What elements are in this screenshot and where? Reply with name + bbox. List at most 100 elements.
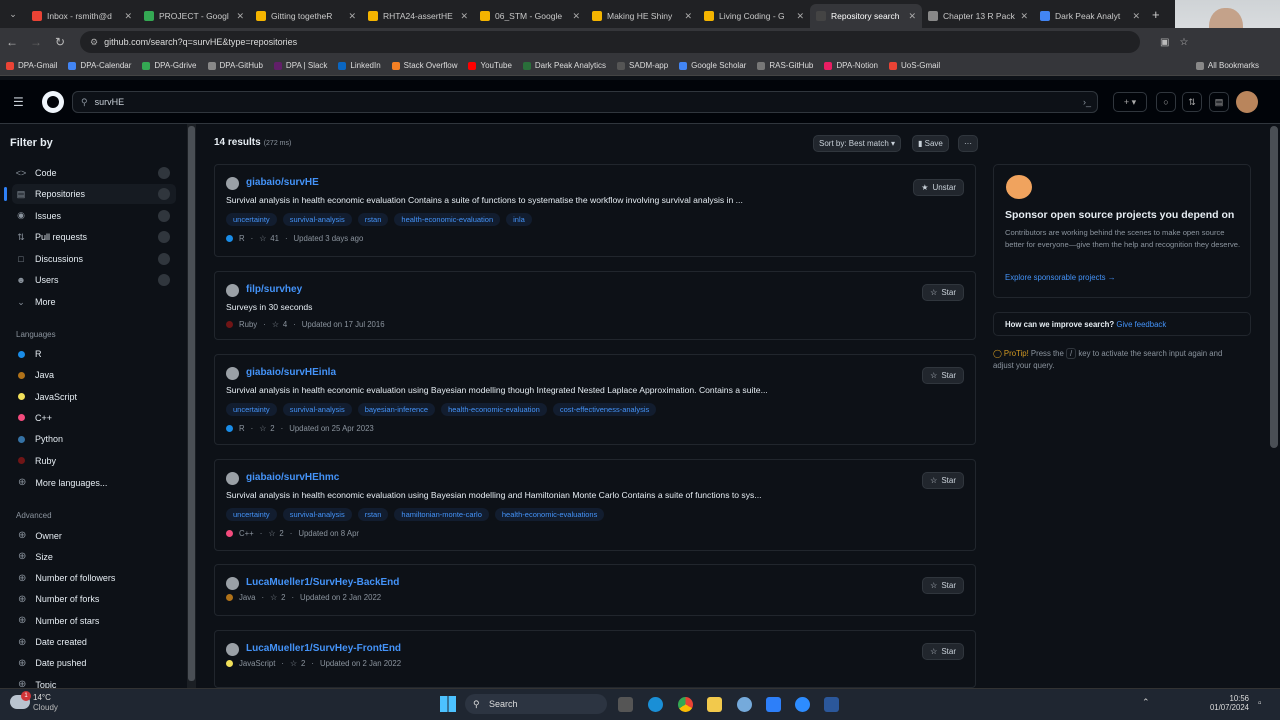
rstudio-icon[interactable] bbox=[737, 697, 752, 712]
repo-name-link[interactable]: LucaMueller1/SurvHey-FrontEnd bbox=[246, 643, 401, 654]
browser-tab[interactable]: Gitting togetheR ✕ bbox=[250, 4, 362, 28]
advanced-filter[interactable]: ⊕ Topic bbox=[18, 679, 56, 688]
topic-tag[interactable]: health-economic-evaluation bbox=[441, 403, 547, 416]
issues-icon[interactable]: ○ bbox=[1156, 92, 1176, 112]
page-scrollbar-thumb[interactable] bbox=[1270, 126, 1278, 448]
browser-tab[interactable]: 06_STM - Google ✕ bbox=[474, 4, 586, 28]
tab-close-icon[interactable]: ✕ bbox=[460, 11, 468, 22]
site-info-icon[interactable]: ⚙ bbox=[90, 37, 98, 48]
language-filter[interactable]: Ruby bbox=[18, 456, 56, 466]
filter-code[interactable]: <> Code bbox=[12, 163, 176, 183]
topic-tag[interactable]: survival-analysis bbox=[282, 508, 352, 521]
topic-tag[interactable]: inla bbox=[506, 213, 532, 226]
more-languages-link[interactable]: ⊕ More languages... bbox=[18, 477, 107, 488]
topic-tag[interactable]: uncertainty bbox=[226, 403, 277, 416]
sidebar-scrollbar-thumb[interactable] bbox=[188, 126, 195, 681]
browser-tab[interactable]: Inbox - rsmith@d ✕ bbox=[26, 4, 138, 28]
taskbar-search[interactable]: ⚲ Search bbox=[465, 694, 607, 714]
repo-name-link[interactable]: filp/survhey bbox=[246, 284, 302, 295]
topic-tag[interactable]: bayesian-inference bbox=[357, 403, 436, 416]
windows-start-icon[interactable] bbox=[440, 696, 456, 712]
bookmark-item[interactable]: Dark Peak Analytics bbox=[522, 61, 606, 70]
tab-close-icon[interactable]: ✕ bbox=[236, 11, 244, 22]
inbox-icon[interactable]: ▤ bbox=[1209, 92, 1229, 112]
pull-requests-icon[interactable]: ⇅ bbox=[1182, 92, 1202, 112]
topic-tag[interactable]: rstan bbox=[357, 213, 389, 226]
language-filter[interactable]: JavaScript bbox=[18, 392, 77, 402]
give-feedback-link[interactable]: Give feedback bbox=[1116, 320, 1166, 329]
repo-name-link[interactable]: giabaio/survHE bbox=[246, 177, 319, 188]
browser-tab[interactable]: RHTA24-assertHE ✕ bbox=[362, 4, 474, 28]
all-bookmarks[interactable]: All Bookmarks bbox=[1195, 61, 1259, 70]
advanced-filter[interactable]: ⊕ Number of followers bbox=[18, 573, 115, 584]
filter-discussions[interactable]: □ Discussions bbox=[12, 249, 176, 269]
tab-close-icon[interactable]: ✕ bbox=[796, 11, 804, 22]
command-palette-icon[interactable]: ›_ bbox=[1083, 97, 1091, 107]
advanced-filter[interactable]: ⊕ Number of forks bbox=[18, 594, 99, 605]
tab-close-icon[interactable]: ✕ bbox=[908, 11, 916, 22]
user-avatar[interactable] bbox=[1236, 91, 1258, 113]
tab-close-icon[interactable]: ✕ bbox=[124, 11, 132, 22]
bookmark-item[interactable]: LinkedIn bbox=[338, 61, 381, 70]
tray-up-arrow-icon[interactable]: ⌃ bbox=[1142, 697, 1150, 708]
bookmark-item[interactable]: UoS-Gmail bbox=[889, 61, 940, 70]
hamburger-menu-icon[interactable]: ☰ bbox=[13, 95, 24, 109]
filter-repositories[interactable]: ▤ Repositories bbox=[4, 184, 176, 205]
tab-close-icon[interactable]: ✕ bbox=[1020, 11, 1028, 22]
browser-tab[interactable]: Repository search ✕ bbox=[810, 4, 922, 28]
advanced-filter[interactable]: ⊕ Date created bbox=[18, 637, 87, 648]
topic-tag[interactable]: survival-analysis bbox=[282, 403, 352, 416]
bookmark-item[interactable]: DPA-Notion bbox=[824, 61, 878, 70]
star-button[interactable]: ☆ Star bbox=[922, 367, 964, 384]
reload-icon[interactable]: ↻ bbox=[48, 35, 72, 49]
word-icon[interactable] bbox=[824, 697, 839, 712]
save-search-button[interactable]: ▮ Save bbox=[912, 135, 949, 152]
tab-list-chevron-icon[interactable]: ⌄ bbox=[0, 9, 26, 20]
repo-name-link[interactable]: giabaio/survHEhmc bbox=[246, 472, 339, 483]
bookmark-item[interactable]: YouTube bbox=[468, 61, 512, 70]
github-search-input[interactable]: ⚲ survHE ›_ bbox=[72, 91, 1098, 113]
bookmark-item[interactable]: RAS-GitHub bbox=[757, 61, 813, 70]
star-button[interactable]: ☆ Star bbox=[922, 472, 964, 489]
folder-icon[interactable] bbox=[707, 697, 722, 712]
tab-close-icon[interactable]: ✕ bbox=[348, 11, 356, 22]
sort-dropdown[interactable]: Sort by: Best match ▾ bbox=[813, 135, 902, 152]
topic-tag[interactable]: rstan bbox=[357, 508, 389, 521]
language-filter[interactable]: Java bbox=[18, 370, 54, 380]
tab-close-icon[interactable]: ✕ bbox=[684, 11, 692, 22]
repo-name-link[interactable]: LucaMueller1/SurvHey-BackEnd bbox=[246, 577, 399, 588]
forward-icon[interactable]: → bbox=[24, 35, 48, 49]
more-filters-button[interactable]: ⌄ More bbox=[12, 292, 176, 312]
notifications-icon[interactable]: ▫ bbox=[1258, 698, 1262, 709]
chrome-icon[interactable] bbox=[678, 697, 693, 712]
browser-tab[interactable]: Dark Peak Analyt ✕ bbox=[1034, 4, 1146, 28]
create-new-button[interactable]: + ▾ bbox=[1113, 92, 1147, 112]
filter-pull-requests[interactable]: ⇅ Pull requests bbox=[12, 227, 176, 247]
clock[interactable]: 10:56 01/07/2024 bbox=[1205, 694, 1249, 712]
browser-tab[interactable]: PROJECT - Googl ✕ bbox=[138, 4, 250, 28]
advanced-filter[interactable]: ⊕ Date pushed bbox=[18, 658, 86, 669]
advanced-filter[interactable]: ⊕ Number of stars bbox=[18, 615, 99, 626]
new-tab-button[interactable]: + bbox=[1152, 7, 1160, 22]
bookmark-item[interactable]: Stack Overflow bbox=[391, 61, 457, 70]
explore-sponsorable-link[interactable]: Explore sponsorable projects → bbox=[1005, 273, 1116, 282]
advanced-filter[interactable]: ⊕ Size bbox=[18, 551, 53, 562]
topic-tag[interactable]: hamiltonian-monte-carlo bbox=[394, 508, 489, 521]
snipping-tool-icon[interactable] bbox=[766, 697, 781, 712]
unstar-button[interactable]: ★ Unstar bbox=[913, 179, 964, 196]
star-button[interactable]: ☆ Star bbox=[922, 643, 964, 660]
repo-name-link[interactable]: giabaio/survHEinla bbox=[246, 367, 336, 378]
topic-tag[interactable]: cost-effectiveness-analysis bbox=[552, 403, 657, 416]
tab-close-icon[interactable]: ✕ bbox=[572, 11, 580, 22]
topic-tag[interactable]: health-economic-evaluation bbox=[394, 213, 501, 226]
bookmark-item[interactable]: Google Scholar bbox=[679, 61, 746, 70]
url-field[interactable]: ⚙ github.com/search?q=survHE&type=reposi… bbox=[80, 31, 1140, 53]
advanced-filter[interactable]: ⊕ Owner bbox=[18, 530, 62, 541]
bookmark-item[interactable]: SADM-app bbox=[617, 61, 668, 70]
topic-tag[interactable]: survival-analysis bbox=[282, 213, 352, 226]
bookmark-item[interactable]: DPA | Slack bbox=[273, 61, 327, 70]
browser-tab[interactable]: Chapter 13 R Pack ✕ bbox=[922, 4, 1034, 28]
bookmark-item[interactable]: DPA-GitHub bbox=[207, 61, 263, 70]
star-button[interactable]: ☆ Star bbox=[922, 577, 964, 594]
filter-issues[interactable]: ◉ Issues bbox=[12, 206, 176, 226]
